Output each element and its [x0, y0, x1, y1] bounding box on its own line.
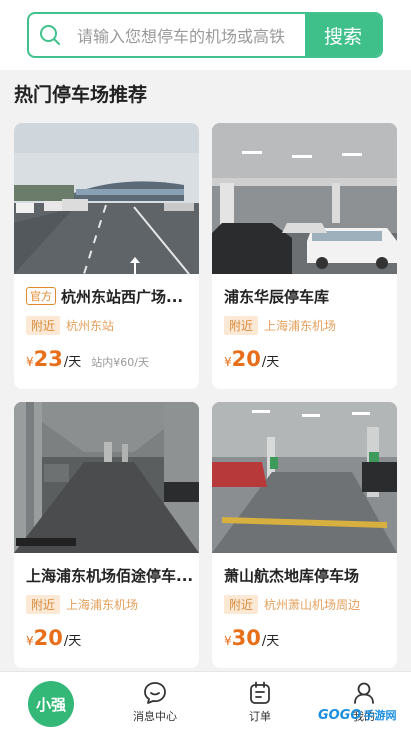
watermark: GOGO 手游网	[318, 703, 410, 727]
parking-photo	[14, 123, 199, 274]
nearby-row: 附近 杭州东站	[26, 316, 114, 335]
currency-symbol: ¥	[26, 355, 34, 369]
currency-symbol: ¥	[224, 355, 232, 369]
price-row: ¥ 20 /天	[26, 626, 81, 650]
parking-photo	[14, 402, 199, 553]
nearby-place: 上海浦东机场	[66, 598, 139, 612]
parking-card-pudong-baitu[interactable]: 上海浦东机场佰途停车... 附近 上海浦东机场 ¥ 20 /天	[14, 402, 199, 668]
price-value: 20	[231, 347, 261, 371]
parking-card-hangzhou-east[interactable]: 官方 杭州东站西广场... 附近 杭州东站 ¥ 23 /天 站内¥60/天	[14, 123, 199, 389]
tab-messages-label: 消息中心	[133, 710, 177, 723]
parking-photo	[212, 402, 397, 553]
nearby-tag: 附近	[224, 316, 259, 335]
parking-card-pudong-huachen[interactable]: 浦东华辰停车库 附近 上海浦东机场 ¥ 20 /天	[212, 123, 397, 389]
watermark-text: 手游网	[363, 709, 397, 722]
nearby-place: 上海浦东机场	[264, 319, 337, 333]
parking-card-xiaoshan-hangjie[interactable]: 萧山航杰地库停车场 附近 杭州萧山机场周边 ¥ 30 /天	[212, 402, 397, 668]
parking-name: 官方 杭州东站西广场...	[26, 286, 196, 307]
tab-orders[interactable]: 订单	[247, 680, 273, 724]
tab-home[interactable]: 小强	[28, 681, 74, 727]
nearby-row: 附近 上海浦东机场	[26, 595, 138, 614]
parking-name: 浦东华辰停车库	[224, 288, 330, 306]
search-input[interactable]	[75, 14, 319, 56]
nearby-tag: 附近	[26, 316, 61, 335]
price-value: 23	[33, 347, 63, 371]
tab-messages[interactable]: 消息中心	[133, 680, 177, 724]
watermark-logo: GOGO	[318, 707, 362, 723]
parking-name: 上海浦东机场佰途停车...	[26, 567, 194, 585]
price-value: 30	[231, 626, 261, 650]
price-unit: /天	[261, 355, 280, 370]
price-value: 20	[33, 626, 63, 650]
search-bar: 搜索	[27, 12, 383, 58]
price-row: ¥ 23 /天 站内¥60/天	[26, 347, 149, 371]
price-unit: /天	[63, 634, 82, 649]
nearby-place: 杭州萧山机场周边	[264, 598, 361, 612]
station-price: 站内¥60/天	[91, 356, 149, 369]
search-button[interactable]: 搜索	[305, 14, 381, 56]
nearby-row: 附近 杭州萧山机场周边	[224, 595, 360, 614]
section-title: 热门停车场推荐	[14, 84, 148, 106]
order-list-icon	[250, 681, 270, 704]
nearby-place: 杭州东站	[66, 319, 115, 333]
nearby-row: 附近 上海浦东机场	[224, 316, 336, 335]
price-unit: /天	[63, 355, 82, 370]
official-tag: 官方	[26, 287, 56, 305]
chat-bubble-icon	[144, 682, 166, 704]
tab-orders-label: 订单	[249, 710, 271, 723]
price-row: ¥ 20 /天	[224, 347, 279, 371]
currency-symbol: ¥	[26, 634, 34, 648]
price-unit: /天	[261, 634, 280, 649]
search-icon	[40, 25, 60, 45]
top-bar: 搜索	[0, 0, 411, 70]
price-row: ¥ 30 /天	[224, 626, 279, 650]
nearby-tag: 附近	[26, 595, 61, 614]
currency-symbol: ¥	[224, 634, 232, 648]
parking-name: 萧山航杰地库停车场	[224, 567, 360, 585]
nearby-tag: 附近	[224, 595, 259, 614]
parking-photo	[212, 123, 397, 274]
